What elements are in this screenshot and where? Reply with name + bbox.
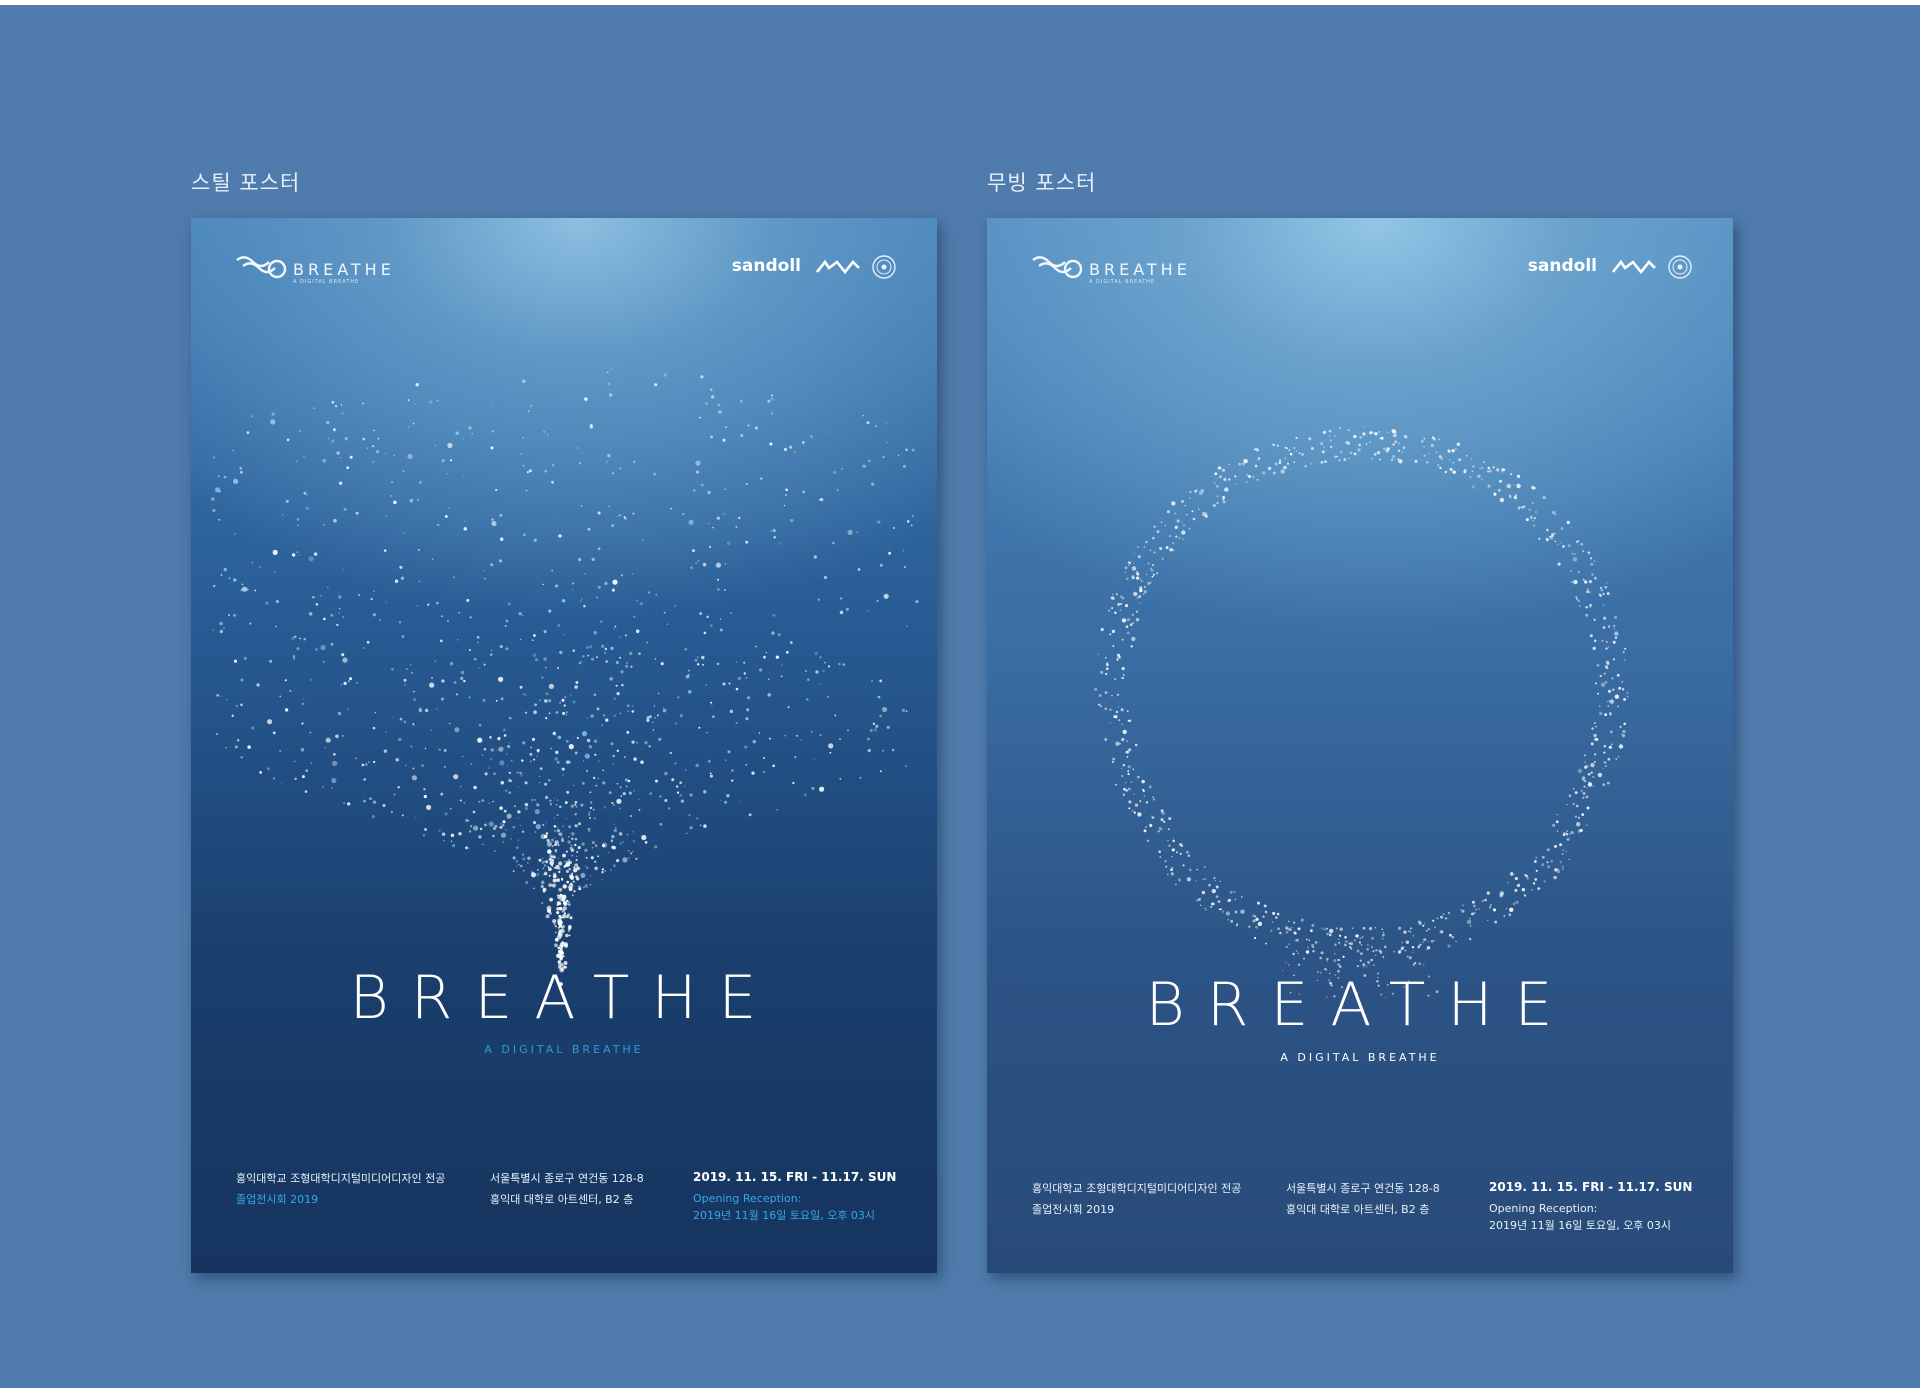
poster-title: BREATHE [1145, 970, 1575, 1040]
schedule-info: 2019. 11. 15. FRI - 11.17. SUN Opening R… [1489, 1177, 1692, 1236]
venue-info: 서울특별시 종로구 연건동 128-8 홍익대 대학로 아트센터, B2 층 [490, 1168, 644, 1210]
particle-ring-illustration [1094, 426, 1629, 999]
venue-info: 서울특별시 종로구 연건동 128-8 홍익대 대학로 아트센터, B2 층 [1286, 1178, 1440, 1220]
schedule-info: 2019. 11. 15. FRI - 11.17. SUN Opening R… [693, 1167, 896, 1226]
breathe-logo: BREATHE A DIGITAL BREATHE [233, 252, 393, 286]
venue-place: 홍익대 대학로 아트센터, B2 층 [1286, 1203, 1430, 1216]
presentation-board: 스틸 포스터 무빙 포스터 BREATHE A DIGITAL BREATHE … [0, 5, 1920, 1388]
reception-time: 2019년 11월 16일 토요일, 오후 03시 [693, 1209, 876, 1222]
university-seal-icon [872, 255, 896, 279]
breathe-logo: BREATHE A DIGITAL BREATHE [1029, 252, 1189, 286]
venue-address: 서울특별시 종로구 연건동 128-8 [490, 1172, 644, 1185]
university-seal-icon [1668, 255, 1692, 279]
venue-place: 홍익대 대학로 아트센터, B2 층 [490, 1193, 634, 1206]
exhibition-dates: 2019. 11. 15. FRI - 11.17. SUN [1489, 1180, 1693, 1194]
moving-poster: BREATHE A DIGITAL BREATHE sandoll BREATH… [987, 218, 1733, 1273]
reception-time: 2019년 11월 16일 토요일, 오후 03시 [1489, 1219, 1672, 1232]
wave-mark-icon [815, 259, 860, 275]
poster-subtitle: A DIGITAL BREATHE [1280, 1051, 1440, 1064]
organizer-info: 홍익대학교 조형대학디지털미디어디자인 전공 졸업전시회 2019 [1032, 1178, 1241, 1220]
breathe-swirl-icon [236, 256, 287, 279]
poster-subtitle: A DIGITAL BREATHE [484, 1043, 644, 1056]
particle-heart-illustration [211, 368, 919, 987]
still-poster-label: 스틸 포스터 [191, 171, 301, 195]
venue-address: 서울특별시 종로구 연건동 128-8 [1286, 1182, 1440, 1195]
logo-wordmark: BREATHE [293, 260, 395, 279]
breathe-swirl-icon [1032, 256, 1083, 279]
exhibition-name: 졸업전시회 2019 [1032, 1203, 1115, 1216]
sponsor-logos: sandoll [732, 254, 897, 280]
wave-mark-icon [1611, 259, 1656, 275]
organizer-line: 홍익대학교 조형대학디지털미디어디자인 전공 [236, 1172, 446, 1185]
poster-title: BREATHE [349, 963, 779, 1033]
exhibition-dates: 2019. 11. 15. FRI - 11.17. SUN [693, 1170, 897, 1184]
logo-tagline: A DIGITAL BREATHE [1089, 279, 1156, 285]
logo-wordmark: BREATHE [1089, 260, 1191, 279]
exhibition-name: 졸업전시회 2019 [236, 1193, 319, 1206]
sandoll-logo: sandoll [731, 256, 801, 276]
sponsor-logos: sandoll [1528, 254, 1693, 280]
still-poster: BREATHE A DIGITAL BREATHE sandoll BREATH… [191, 218, 937, 1273]
logo-tagline: A DIGITAL BREATHE [293, 279, 360, 285]
organizer-info: 홍익대학교 조형대학디지털미디어디자인 전공 졸업전시회 2019 [236, 1168, 445, 1210]
organizer-line: 홍익대학교 조형대학디지털미디어디자인 전공 [1032, 1182, 1242, 1195]
sandoll-logo: sandoll [1527, 256, 1597, 276]
moving-poster-label: 무빙 포스터 [987, 171, 1097, 195]
